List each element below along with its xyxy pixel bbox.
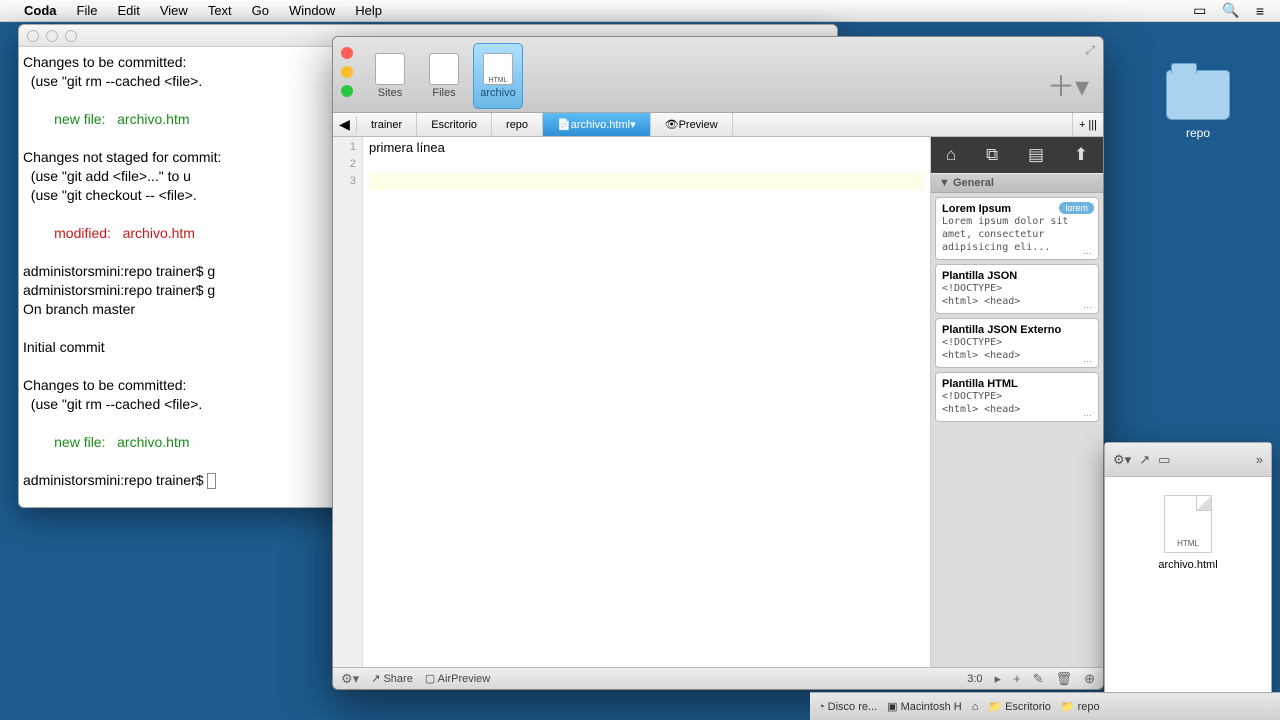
minimize-icon[interactable] bbox=[341, 66, 353, 78]
code-line bbox=[369, 156, 924, 173]
gear-icon[interactable]: ⚙▾ bbox=[1113, 452, 1131, 468]
menubar: Coda File Edit View Text Go Window Help … bbox=[0, 0, 1280, 22]
sites-icon bbox=[375, 53, 405, 85]
crumb-file[interactable]: 📄 archivo.html ▾ bbox=[543, 113, 651, 136]
menu-text[interactable]: Text bbox=[198, 3, 242, 18]
tab-label: Files bbox=[432, 87, 455, 99]
expand-icon[interactable]: ▸ bbox=[995, 671, 1002, 687]
tab-label: Sites bbox=[378, 87, 402, 99]
menu-icon[interactable]: ≡ bbox=[1256, 3, 1264, 19]
sidebar-nav: ⌂ ⧉ ▤ ⬆ bbox=[931, 137, 1103, 173]
coda-toolbar: Sites Files HTML archivo ＋▾ ⤢ bbox=[333, 37, 1103, 113]
back-button[interactable]: ◀ bbox=[333, 116, 357, 133]
menu-help[interactable]: Help bbox=[345, 3, 392, 18]
file-item[interactable]: HTML archivo.html bbox=[1158, 495, 1217, 571]
desktop-folder-repo[interactable]: repo bbox=[1166, 70, 1230, 140]
share-button[interactable]: ↗ Share bbox=[371, 672, 413, 685]
more-icon[interactable]: » bbox=[1256, 452, 1263, 467]
crumb-repo[interactable]: repo bbox=[492, 113, 543, 136]
section-general[interactable]: ▼ General bbox=[931, 173, 1103, 193]
crumb-trainer[interactable]: trainer bbox=[357, 113, 417, 136]
trash-icon[interactable]: 🗑 bbox=[1056, 671, 1073, 687]
cursor-position: 3:0 bbox=[967, 673, 982, 685]
clip-item[interactable]: Plantilla JSON Externo<!DOCTYPE><html> <… bbox=[935, 318, 1099, 368]
zoom-icon[interactable] bbox=[65, 30, 77, 42]
disco-item[interactable]: ◔ Disco re... bbox=[818, 701, 877, 713]
status-bar: ⚙▾ ↗ Share ▢ AirPreview 3:0 ▸ + ✎ 🗑 ⊕ bbox=[333, 667, 1103, 689]
gear-icon[interactable]: ⚙▾ bbox=[341, 671, 359, 687]
finder-content[interactable]: HTML archivo.html bbox=[1105, 477, 1271, 647]
menu-go[interactable]: Go bbox=[242, 3, 279, 18]
line-gutter: 1 2 3 bbox=[333, 137, 363, 667]
path-mac[interactable]: ▣ Macintosh H bbox=[887, 700, 962, 713]
brush-icon[interactable]: ✎ bbox=[1033, 671, 1044, 687]
zoom-icon[interactable] bbox=[341, 85, 353, 97]
crumb-preview[interactable]: 👁 Preview bbox=[651, 113, 733, 136]
home-icon[interactable]: ⌂ bbox=[946, 145, 956, 165]
html-file-icon: HTML bbox=[1164, 495, 1212, 553]
files-icon bbox=[429, 53, 459, 85]
clip-item[interactable]: Plantilla HTML<!DOCTYPE><html> <head>... bbox=[935, 372, 1099, 422]
app-name[interactable]: Coda bbox=[14, 3, 67, 18]
minimize-icon[interactable] bbox=[46, 30, 58, 42]
upload-icon[interactable]: ⬆ bbox=[1074, 145, 1088, 165]
maximize-icon[interactable]: ⤢ bbox=[1085, 43, 1095, 58]
html-file-icon: HTML bbox=[483, 53, 513, 85]
tab-archivo[interactable]: HTML archivo bbox=[473, 43, 523, 109]
finder-pathbar: ◔ Disco re... ▣ Macintosh H ⌂ 📁 Escritor… bbox=[810, 692, 1280, 720]
clip-item[interactable]: Lorem IpsumloremLorem ipsum dolor sit am… bbox=[935, 197, 1099, 260]
code-editor[interactable]: 1 2 3 primera línea bbox=[333, 137, 931, 667]
folder-icon bbox=[1166, 70, 1230, 120]
close-icon[interactable] bbox=[27, 30, 39, 42]
tab-files[interactable]: Files bbox=[419, 43, 469, 109]
path-escritorio[interactable]: 📁 Escritorio bbox=[988, 700, 1051, 713]
watermark: video2brain.com a lynda.com brand bbox=[1152, 658, 1268, 686]
copy-icon[interactable]: ⧉ bbox=[986, 145, 998, 165]
menu-edit[interactable]: Edit bbox=[107, 3, 149, 18]
crumb-preview-label: Preview bbox=[679, 119, 718, 131]
airplay-icon[interactable]: ▭ bbox=[1193, 2, 1206, 19]
globe-icon[interactable]: ⊕ bbox=[1084, 671, 1095, 687]
code-line-current bbox=[369, 173, 924, 190]
crumb-file-label: archivo.html bbox=[571, 119, 630, 131]
coda-window: Sites Files HTML archivo ＋▾ ⤢ ◀ trainer … bbox=[332, 36, 1104, 690]
path-home[interactable]: ⌂ bbox=[972, 701, 979, 713]
clip-item[interactable]: Plantilla JSON<!DOCTYPE><html> <head>... bbox=[935, 264, 1099, 314]
crumb-escritorio[interactable]: Escritorio bbox=[417, 113, 492, 136]
close-icon[interactable] bbox=[341, 47, 353, 59]
share-icon[interactable]: ↗ bbox=[1139, 452, 1150, 468]
airpreview-button[interactable]: ▢ AirPreview bbox=[425, 672, 490, 685]
add-icon[interactable]: + bbox=[1013, 671, 1021, 686]
menu-view[interactable]: View bbox=[150, 3, 198, 18]
add-tab-button[interactable]: ＋▾ bbox=[1047, 65, 1089, 105]
code-area[interactable]: primera línea bbox=[363, 137, 930, 667]
menu-window[interactable]: Window bbox=[279, 3, 345, 18]
tags-icon[interactable]: ▭ bbox=[1158, 452, 1170, 468]
finder-toolbar: ⚙▾ ↗ ▭ » bbox=[1105, 443, 1271, 477]
list-icon[interactable]: ▤ bbox=[1028, 145, 1044, 165]
tab-sites[interactable]: Sites bbox=[365, 43, 415, 109]
menu-file[interactable]: File bbox=[67, 3, 108, 18]
path-repo[interactable]: 📁 repo bbox=[1061, 700, 1100, 713]
breadcrumb: ◀ trainer Escritorio repo 📄 archivo.html… bbox=[333, 113, 1103, 137]
code-line: primera línea bbox=[369, 139, 924, 156]
clips-sidebar: ⌂ ⧉ ▤ ⬆ ▼ General Lorem IpsumloremLorem … bbox=[931, 137, 1103, 667]
tab-label: archivo bbox=[480, 87, 515, 99]
file-label: archivo.html bbox=[1158, 559, 1217, 571]
folder-label: repo bbox=[1166, 126, 1230, 140]
split-controls[interactable]: + ||| bbox=[1072, 113, 1103, 136]
spotlight-icon[interactable]: 🔍 bbox=[1222, 2, 1239, 19]
